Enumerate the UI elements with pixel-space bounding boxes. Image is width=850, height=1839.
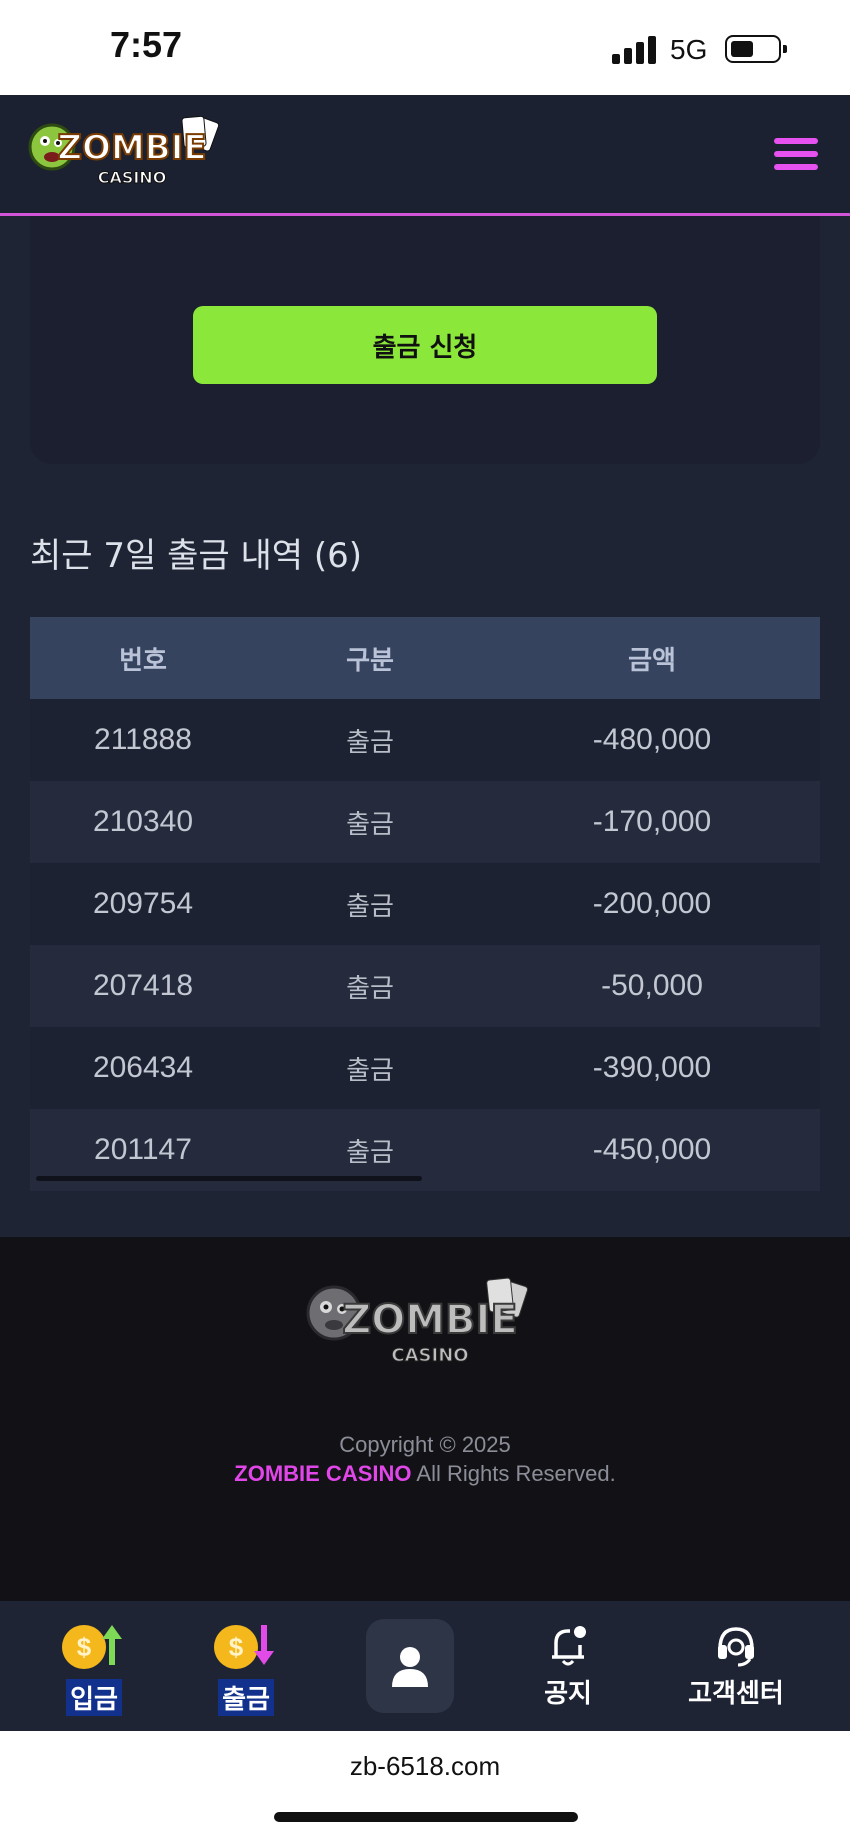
column-header-number: 번호 xyxy=(119,645,167,676)
logo-subtext: CASINO xyxy=(98,168,167,187)
table-row: 210340 출금 -170,000 xyxy=(30,781,820,863)
nav-notice-label: 공지 xyxy=(544,1679,592,1709)
footer-logo-subtext: CASINO xyxy=(391,1345,468,1366)
network-type: 5G xyxy=(670,34,708,65)
column-header-type: 구분 xyxy=(346,645,394,676)
rights-text: All Rights Reserved. xyxy=(416,1461,616,1486)
withdraw-coin-icon: $ xyxy=(214,1621,278,1673)
bell-icon xyxy=(552,1626,586,1666)
status-time: 7:57 xyxy=(110,24,183,65)
menu-icon[interactable] xyxy=(774,138,818,170)
footer-logo: ZOMBIE CASINO xyxy=(306,1277,529,1367)
row-amount: -390,000 xyxy=(592,1051,712,1084)
withdraw-request-button[interactable]: 출금 신청 xyxy=(193,306,657,384)
row-type: 출금 xyxy=(346,973,394,1004)
row-type: 출금 xyxy=(346,1055,394,1086)
table-row: 211888 출금 -480,000 xyxy=(30,699,820,781)
row-number: 210340 xyxy=(92,805,194,838)
nav-support-label: 고객센터 xyxy=(688,1679,784,1709)
table-row: 209754 출금 -200,000 xyxy=(30,863,820,945)
bottom-navigation: $ 입금 $ 출금 공지 고객센터 xyxy=(0,1601,850,1731)
nav-notice[interactable]: 공지 xyxy=(530,1601,606,1731)
nav-deposit-label: 입금 xyxy=(66,1679,122,1716)
table-header: 번호 구분 금액 xyxy=(30,617,820,699)
status-bar: 7:57 5G xyxy=(0,0,850,95)
row-amount: -50,000 xyxy=(601,969,703,1002)
row-amount: -450,000 xyxy=(592,1133,712,1166)
row-type: 출금 xyxy=(346,809,394,840)
row-number: 207418 xyxy=(92,969,194,1002)
url-text[interactable]: zb-6518.com xyxy=(0,1751,850,1782)
home-indicator[interactable] xyxy=(274,1812,578,1822)
nav-support[interactable]: 고객센터 xyxy=(676,1601,796,1731)
row-amount: -170,000 xyxy=(592,805,712,838)
history-title: 최근 7일 출금 내역 (6) xyxy=(30,536,362,576)
user-icon xyxy=(392,1647,428,1687)
footer-logo-text: ZOMBIE xyxy=(342,1297,518,1343)
rights-line: ZOMBIE CASINO All Rights Reserved. xyxy=(0,1461,850,1487)
row-amount: -480,000 xyxy=(592,723,712,756)
nav-withdraw-label: 출금 xyxy=(218,1679,274,1716)
site-header: ZOMBIE CASINO xyxy=(0,95,850,216)
nav-withdraw[interactable]: $ 출금 xyxy=(204,1601,288,1731)
horizontal-scrollbar[interactable] xyxy=(36,1176,422,1181)
site-footer: ZOMBIE CASINO Copyright © 2025 ZOMBIE CA… xyxy=(0,1237,850,1601)
withdraw-history-table: 번호 구분 금액 211888 출금 -480,000 210340 출금 -1… xyxy=(30,617,820,1191)
row-number: 209754 xyxy=(92,887,194,920)
copyright-text: Copyright © 2025 xyxy=(339,1432,511,1457)
deposit-coin-icon: $ xyxy=(62,1621,126,1673)
table-row: 206434 출금 -390,000 xyxy=(30,1027,820,1109)
brand-name: ZOMBIE CASINO xyxy=(234,1461,412,1486)
zombie-casino-logo[interactable]: ZOMBIE CASINO xyxy=(28,113,228,195)
signal-icon xyxy=(612,34,658,64)
headset-icon xyxy=(718,1627,754,1667)
nav-deposit[interactable]: $ 입금 xyxy=(52,1601,136,1731)
row-type: 출금 xyxy=(346,727,394,758)
row-number: 206434 xyxy=(92,1051,194,1084)
logo-text: ZOMBIE xyxy=(57,128,206,168)
row-amount: -200,000 xyxy=(592,887,712,920)
table-row: 207418 출금 -50,000 xyxy=(30,945,820,1027)
browser-bar: zb-6518.com xyxy=(0,1731,850,1839)
column-header-amount: 금액 xyxy=(628,645,676,676)
battery-icon xyxy=(725,35,787,63)
profile-button[interactable] xyxy=(366,1619,454,1713)
row-number: 211888 xyxy=(94,723,192,756)
row-type: 출금 xyxy=(346,891,394,922)
